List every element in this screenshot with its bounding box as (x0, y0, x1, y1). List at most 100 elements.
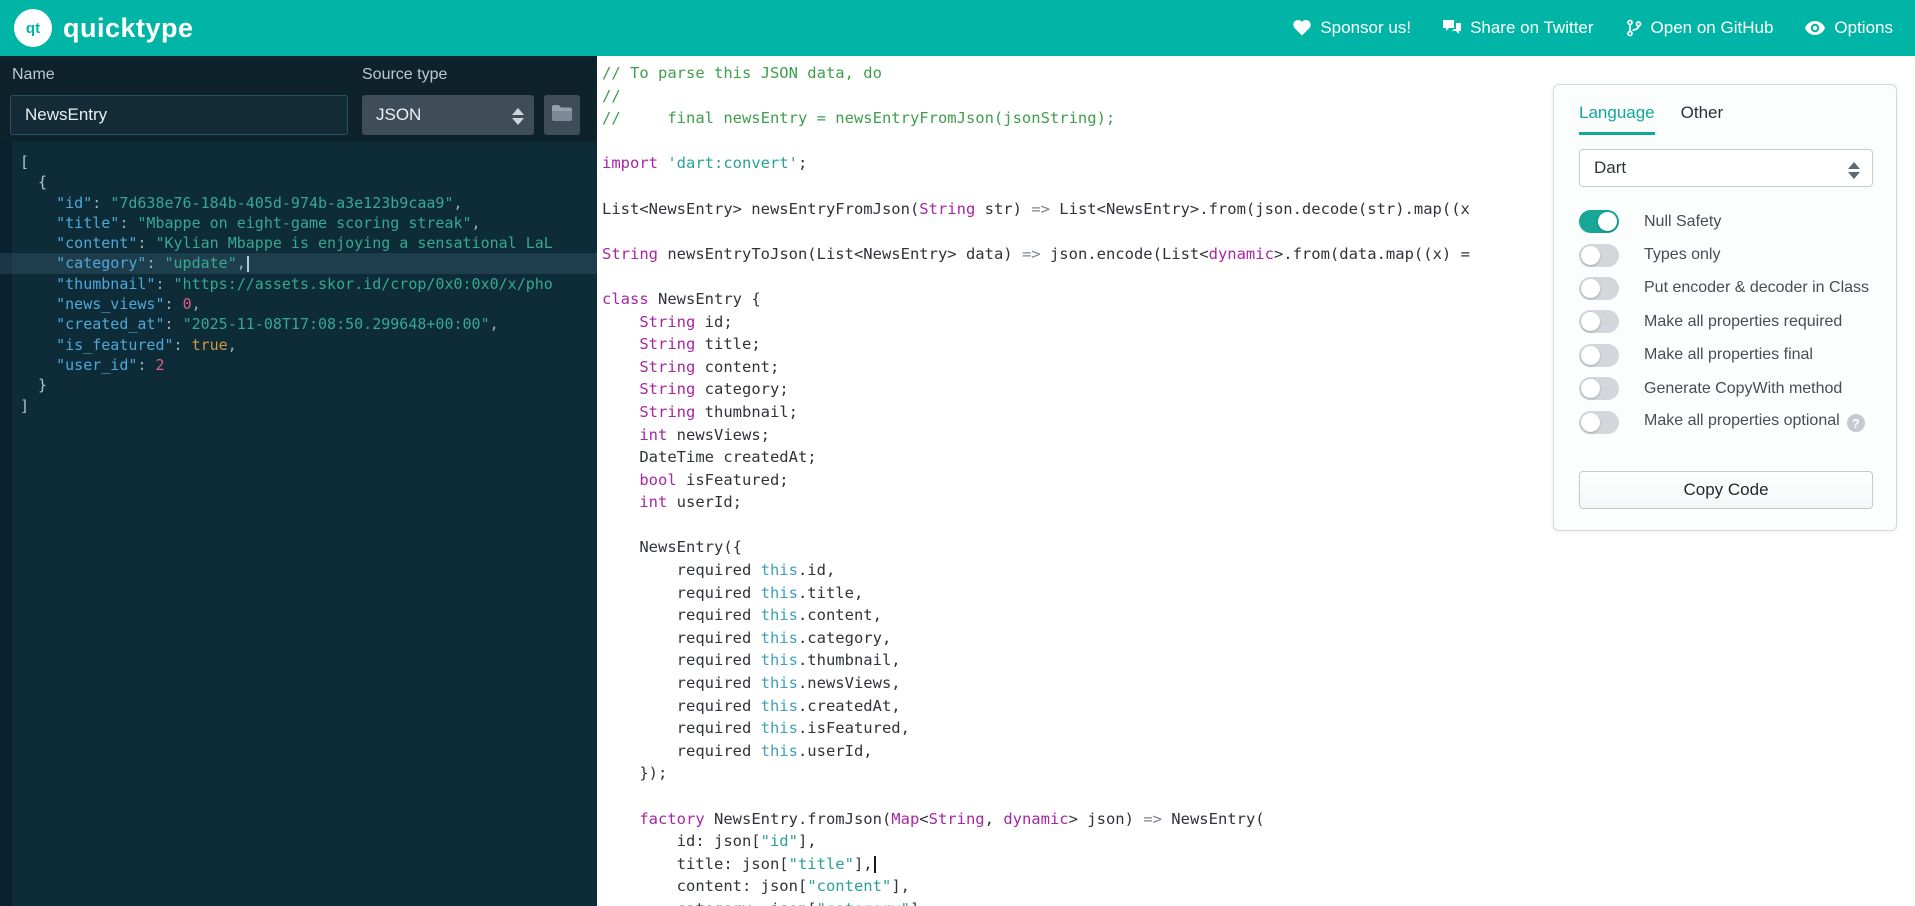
json-line: "id": "7d638e76-184b-405d-974b-a3e123b9c… (56, 193, 463, 212)
options-tabs: Language Other (1579, 103, 1723, 135)
toggle-row: Null Safety (1579, 205, 1879, 238)
code-line: }); (602, 764, 668, 783)
toggle-switch[interactable] (1579, 276, 1619, 300)
options-toggle-list: Null Safety Types only Put encoder & decod… (1579, 205, 1879, 439)
code-line: int newsViews; (639, 425, 770, 444)
code-line: required this.content, (602, 606, 882, 625)
code-line: // (602, 86, 621, 105)
brand-title: quicktype (63, 12, 194, 43)
code-line: class NewsEntry { (602, 289, 761, 308)
quicktype-logo-icon: qt (14, 9, 52, 47)
toggle-switch[interactable] (1579, 310, 1619, 334)
json-line: } (20, 376, 48, 395)
name-input[interactable]: NewsEntry (10, 95, 348, 135)
sponsor-button[interactable]: Sponsor us! (1293, 18, 1411, 38)
code-line: required this.category, (602, 628, 892, 647)
open-github-button[interactable]: Open on GitHub (1626, 18, 1773, 38)
copy-code-button[interactable]: Copy Code (1579, 471, 1873, 509)
language-select-value: Dart (1594, 158, 1627, 177)
code-line: String category; (639, 380, 789, 399)
source-type-label: Source type (362, 66, 448, 83)
code-line: int userId; (639, 493, 742, 512)
code-line: NewsEntry({ (602, 538, 742, 557)
json-source-editor[interactable]: [ { "id": "7d638e76-184b-405d-974b-a3e12… (0, 142, 597, 906)
toggle-switch[interactable] (1579, 343, 1619, 367)
options-button[interactable]: Options (1805, 18, 1893, 38)
tab-other[interactable]: Other (1681, 103, 1724, 135)
toggle-label: Make all properties optional? (1644, 412, 1865, 433)
toggle-row: Generate CopyWith method (1579, 372, 1879, 405)
code-line: DateTime createdAt; (602, 448, 817, 467)
share-twitter-button[interactable]: Share on Twitter (1443, 18, 1594, 38)
code-line: id: json["id"], (602, 832, 817, 851)
name-label: Name (12, 66, 55, 83)
toggle-row: Make all properties required (1579, 305, 1879, 338)
share-icon (1443, 20, 1462, 36)
code-line: // final newsEntry = newsEntryFromJson(j… (602, 109, 1116, 128)
toggle-switch[interactable] (1579, 210, 1619, 234)
toggle-switch[interactable] (1579, 377, 1619, 401)
git-branch-icon (1626, 19, 1642, 37)
toggle-label: Make all properties final (1644, 346, 1813, 364)
heart-icon (1293, 20, 1312, 36)
code-line: required this.newsViews, (602, 674, 901, 693)
json-line: "user_id": 2 (56, 355, 165, 374)
toggle-label: Generate CopyWith method (1644, 379, 1843, 397)
code-line: content: json["content"], (602, 877, 910, 896)
options-label: Options (1834, 18, 1893, 37)
code-line: import 'dart:convert'; (602, 154, 808, 173)
code-line: String thumbnail; (639, 402, 798, 421)
code-line: required this.userId, (602, 741, 873, 760)
json-line: "thumbnail": "https://assets.skor.id/cro… (56, 274, 553, 293)
toggle-row: Put encoder & decoder in Class (1579, 272, 1879, 305)
toggle-label: Put encoder & decoder in Class (1644, 279, 1870, 297)
json-line: "is_featured": true, (56, 335, 237, 354)
toggle-switch[interactable] (1579, 243, 1619, 267)
toggle-label: Make all properties required (1644, 312, 1843, 330)
json-line: [ (20, 153, 30, 171)
json-line: ] (20, 396, 30, 415)
eye-icon (1805, 21, 1826, 35)
folder-icon (552, 104, 572, 126)
json-line: "content": "Kylian Mbappe is enjoying a … (56, 234, 553, 253)
open-file-button[interactable] (544, 95, 580, 135)
code-line: List<NewsEntry> newsEntryFromJson(String… (602, 199, 1470, 218)
language-select[interactable]: Dart (1579, 149, 1873, 187)
code-line: required this.title, (602, 583, 864, 602)
help-icon[interactable]: ? (1846, 414, 1865, 433)
toggle-knob (1598, 212, 1617, 232)
toggle-knob (1581, 245, 1600, 265)
toggle-knob (1581, 345, 1600, 365)
select-arrows-icon (512, 108, 524, 125)
app-header: qt quicktype Sponsor us! Share on Twitte… (0, 0, 1915, 56)
toggle-row: Types only (1579, 238, 1879, 271)
json-line: "created_at": "2025-11-08T17:08:50.29964… (56, 315, 499, 334)
code-line: bool isFeatured; (639, 470, 789, 489)
language-options-panel: Language Other Dart Null Safety Types onl… (1553, 84, 1897, 531)
quicktype-logo[interactable]: qt quicktype (14, 9, 194, 47)
json-line: "title": "Mbappe on eight-game scoring s… (56, 213, 481, 232)
sponsor-label: Sponsor us! (1320, 18, 1412, 37)
source-type-select[interactable]: JSON (362, 95, 534, 135)
toggle-row: Make all properties optional? (1579, 405, 1879, 438)
header-nav: Sponsor us! Share on Twitter Open on Git… (1293, 0, 1893, 56)
text-cursor (246, 256, 249, 273)
toggle-row: Make all properties final (1579, 339, 1879, 372)
code-line: String newsEntryToJson(List<NewsEntry> d… (602, 244, 1470, 263)
json-source-lines: [ { "id": "7d638e76-184b-405d-974b-a3e12… (0, 152, 597, 416)
code-line: required this.thumbnail, (602, 651, 901, 670)
code-line: category: json["category"] (602, 898, 1470, 906)
code-line: // To parse this JSON data, do (602, 64, 882, 82)
toggle-switch[interactable] (1579, 410, 1619, 434)
json-line: "category": "update", (0, 253, 597, 274)
code-line: required this.isFeatured, (602, 719, 910, 738)
code-line: required this.id, (602, 561, 836, 580)
code-line: required this.createdAt, (602, 696, 901, 715)
tab-language[interactable]: Language (1579, 103, 1655, 135)
text-cursor (873, 855, 876, 873)
code-line: title: json["title"], (602, 853, 1470, 876)
